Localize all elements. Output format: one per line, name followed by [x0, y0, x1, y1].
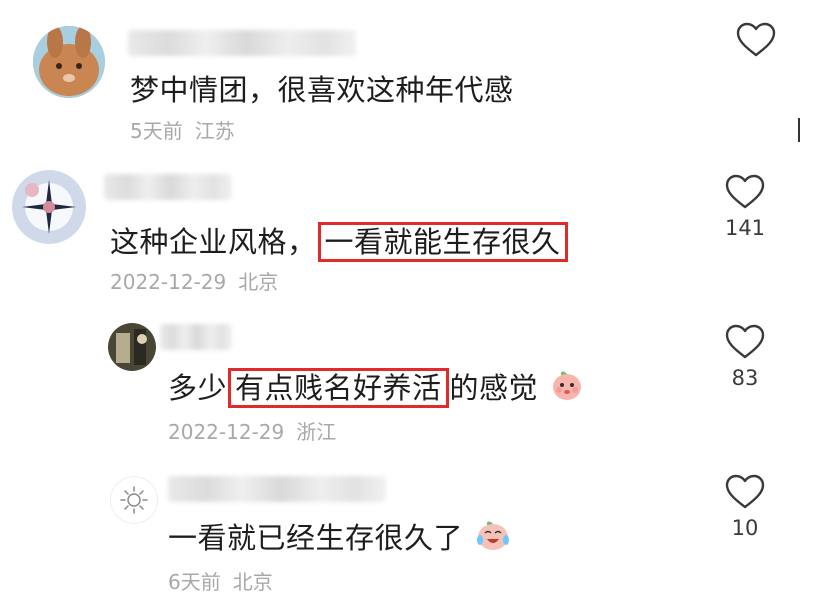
- comment-meta: 5天前 江苏: [130, 115, 235, 144]
- photo-avatar-icon: [108, 323, 156, 371]
- like-button[interactable]: [731, 22, 781, 64]
- peach-shy-emoji-icon: [550, 368, 584, 412]
- comment-meta: 2022-12-29 北京: [110, 266, 278, 295]
- text-cursor: [798, 118, 800, 142]
- laugh-cry-emoji-icon: [475, 518, 511, 562]
- comment-item: 梦中情团，很喜欢这种年代感 5天前 江苏: [0, 0, 827, 150]
- heart-icon: [725, 174, 765, 209]
- comment-location: 江苏: [194, 119, 235, 143]
- comment-location: 北京: [238, 270, 279, 294]
- comment-meta: 6天前 北京: [168, 566, 273, 595]
- comment-time: 2022-12-29: [110, 270, 227, 294]
- comment-item: 这种企业风格， 一看就能生存很久 2022-12-29 北京 141: [0, 160, 827, 310]
- comment-time: 5天前: [130, 119, 183, 143]
- reply-item: 多少 有点贱名好养活 的感觉 2022-12-29 浙江 83: [0, 310, 827, 460]
- comment-time: 6天前: [168, 570, 221, 594]
- highlight-box: 有点贱名好养活: [228, 368, 449, 408]
- username-blurred[interactable]: [128, 30, 356, 56]
- rabbit-avatar-icon: [33, 26, 105, 98]
- like-button[interactable]: 10: [720, 474, 770, 540]
- like-count: 10: [731, 516, 759, 540]
- avatar[interactable]: [110, 476, 158, 524]
- heart-icon: [736, 22, 776, 57]
- comment-text: 这种企业风格， 一看就能生存很久: [110, 222, 569, 262]
- username-blurred[interactable]: [168, 476, 386, 502]
- avatar[interactable]: [33, 26, 105, 98]
- username-blurred[interactable]: [104, 174, 232, 200]
- username-blurred[interactable]: [160, 324, 232, 350]
- comment-meta: 2022-12-29 浙江: [168, 416, 336, 445]
- reply-item: 一看就已经生存很久了 6天前 北京 10: [0, 460, 827, 610]
- comment-time: 2022-12-29: [168, 420, 285, 444]
- like-button[interactable]: 83: [720, 324, 770, 390]
- highlight-box: 一看就能生存很久: [317, 222, 568, 262]
- avatar[interactable]: [12, 170, 86, 244]
- comment-text: 多少 有点贱名好养活 的感觉: [168, 368, 584, 412]
- comment-location: 浙江: [296, 420, 337, 444]
- heart-icon: [725, 474, 765, 509]
- comment-location: 北京: [232, 570, 273, 594]
- sun-avatar-icon: [120, 486, 148, 514]
- heart-icon: [725, 324, 765, 359]
- comment-text: 梦中情团，很喜欢这种年代感: [130, 73, 514, 107]
- comment-text: 一看就已经生存很久了: [168, 518, 511, 562]
- avatar[interactable]: [108, 323, 156, 371]
- flower-avatar-icon: [12, 170, 86, 244]
- like-button[interactable]: 141: [720, 174, 770, 240]
- like-count: 141: [724, 216, 766, 240]
- like-count: 83: [731, 366, 759, 390]
